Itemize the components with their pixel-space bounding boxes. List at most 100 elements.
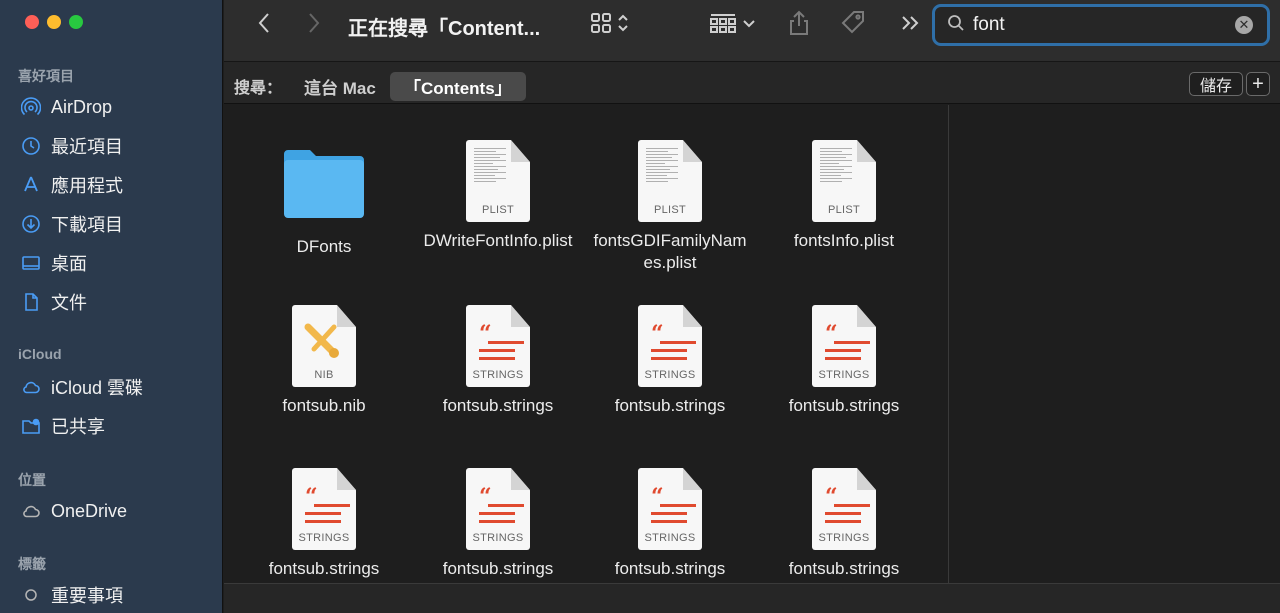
add-criteria-button[interactable]: +: [1246, 72, 1270, 96]
plist-file-icon: PLIST: [812, 140, 876, 222]
sidebar-item-label: 桌面: [51, 254, 87, 274]
file-name: fontsub.nib: [282, 396, 366, 415]
file-kind: PLIST: [653, 204, 687, 216]
chevron-left-icon: [257, 12, 271, 39]
sidebar-item-applications[interactable]: 應用程式: [20, 171, 123, 199]
sidebar-item-tag-important[interactable]: 重要事項: [20, 581, 123, 609]
plist-file-icon: PLIST: [638, 140, 702, 222]
forward-button[interactable]: [302, 12, 326, 38]
plist-file-icon: PLIST: [466, 140, 530, 222]
search-input[interactable]: [973, 14, 1213, 36]
sidebar-item-label: AirDrop: [51, 96, 113, 117]
scope-contents[interactable]: 「Contents」: [390, 72, 526, 101]
sidebar-item-label: iCloud 雲碟: [51, 378, 144, 398]
sidebar-item-documents[interactable]: 文件: [20, 288, 87, 316]
group-button[interactable]: [706, 12, 758, 38]
zoom-window-button[interactable]: [69, 15, 83, 29]
tags-section-title: 標籤: [18, 556, 46, 572]
search-icon: [947, 14, 965, 37]
strings-file-icon: “ STRINGS: [638, 305, 702, 387]
strings-file-icon: “ STRINGS: [292, 468, 356, 550]
sidebar-item-shared[interactable]: 已共享: [20, 412, 105, 440]
preview-pane: [949, 105, 1280, 583]
file-name: fontsub.strings: [788, 559, 900, 578]
icloud-section-title: iCloud: [18, 346, 62, 362]
file-item[interactable]: “ STRINGS fontsub.strings: [590, 305, 750, 417]
updown-chevron-icon: [618, 14, 628, 37]
file-item[interactable]: “ STRINGS fontsub.strings: [418, 305, 578, 417]
strings-file-icon: “ STRINGS: [812, 468, 876, 550]
sidebar-item-label: 重要事項: [51, 586, 123, 606]
sidebar-item-label: 最近項目: [51, 137, 123, 157]
strings-file-icon: “ STRINGS: [466, 468, 530, 550]
shared-folder-icon: [20, 415, 42, 437]
minimize-window-button[interactable]: [47, 15, 61, 29]
file-kind: PLIST: [481, 204, 515, 216]
nib-file-icon: NIB: [292, 305, 356, 387]
sidebar-item-onedrive[interactable]: OneDrive: [20, 497, 127, 525]
file-item[interactable]: DFonts: [244, 140, 404, 258]
file-name: fontsGDIFamilyNames.plist: [593, 231, 747, 272]
status-bar: [224, 583, 1280, 613]
sidebar-item-label: 應用程式: [51, 176, 123, 196]
file-item[interactable]: PLIST fontsInfo.plist: [764, 140, 924, 252]
folder-icon: [282, 140, 366, 222]
search-field[interactable]: ✕: [932, 4, 1270, 46]
document-icon: [20, 291, 42, 313]
file-kind: STRINGS: [818, 369, 870, 381]
sidebar-item-downloads[interactable]: 下載項目: [20, 210, 123, 238]
file-name: fontsub.strings: [614, 396, 726, 415]
sidebar-item-desktop[interactable]: 桌面: [20, 249, 87, 277]
file-item[interactable]: NIB fontsub.nib: [244, 305, 404, 417]
file-name: fontsub.strings: [614, 559, 726, 578]
file-item[interactable]: “ STRINGS fontsub.strings: [764, 468, 924, 580]
file-kind: PLIST: [827, 204, 861, 216]
file-kind: STRINGS: [644, 369, 696, 381]
desktop-icon: [20, 252, 42, 274]
file-kind: STRINGS: [298, 532, 350, 544]
file-kind: NIB: [314, 369, 334, 381]
chevron-right-icon: [307, 12, 321, 39]
sidebar-item-label: 文件: [51, 293, 87, 313]
file-kind: STRINGS: [818, 532, 870, 544]
file-item[interactable]: PLIST DWriteFontInfo.plist: [418, 140, 578, 252]
more-toolbar-button[interactable]: [898, 12, 922, 38]
applications-icon: [20, 174, 42, 196]
save-search-button[interactable]: 儲存: [1189, 72, 1244, 96]
toolbar: 正在搜尋「Content... font ✕: [224, 0, 1280, 62]
search-scope-bar: 搜尋： 這台 Mac 「Contents」 儲存 +: [224, 62, 1280, 104]
sidebar-item-icloud-drive[interactable]: iCloud 雲碟: [20, 373, 143, 401]
sidebar: 喜好項目 AirDrop 最近項目 應用程式 下載項目 桌面 文件 iCloud…: [0, 0, 223, 613]
back-button[interactable]: [252, 12, 276, 38]
file-name: DWriteFontInfo.plist: [423, 231, 573, 250]
file-name: fontsInfo.plist: [793, 231, 895, 250]
tag-circle-icon: [20, 584, 42, 606]
download-icon: [20, 213, 42, 235]
share-button[interactable]: [786, 10, 812, 38]
icon-grid-icon: [590, 12, 612, 39]
cloud-icon: [20, 376, 42, 398]
clear-search-icon[interactable]: ✕: [1235, 16, 1253, 34]
file-name: fontsub.strings: [442, 559, 554, 578]
locations-section-title: 位置: [18, 472, 46, 488]
sidebar-item-airdrop[interactable]: AirDrop: [20, 93, 112, 121]
file-kind: STRINGS: [472, 532, 524, 544]
scope-this-mac[interactable]: 這台 Mac: [304, 74, 376, 99]
file-item[interactable]: PLIST fontsGDIFamilyNames.plist: [590, 140, 750, 274]
double-chevron-right-icon: [900, 15, 920, 36]
sidebar-item-recents[interactable]: 最近項目: [20, 132, 123, 160]
scope-label: 搜尋：: [234, 80, 283, 97]
file-name: DFonts: [296, 237, 352, 256]
close-window-button[interactable]: [25, 15, 39, 29]
file-item[interactable]: “ STRINGS fontsub.strings: [244, 468, 404, 580]
file-name: fontsub.strings: [788, 396, 900, 415]
airdrop-icon: [20, 96, 42, 118]
file-item[interactable]: “ STRINGS fontsub.strings: [590, 468, 750, 580]
strings-file-icon: “ STRINGS: [466, 305, 530, 387]
file-kind: STRINGS: [644, 532, 696, 544]
file-item[interactable]: “ STRINGS fontsub.strings: [418, 468, 578, 580]
file-name: fontsub.strings: [442, 396, 554, 415]
file-item[interactable]: “ STRINGS fontsub.strings: [764, 305, 924, 417]
view-mode-button[interactable]: [584, 12, 634, 38]
tag-button[interactable]: [838, 10, 868, 38]
